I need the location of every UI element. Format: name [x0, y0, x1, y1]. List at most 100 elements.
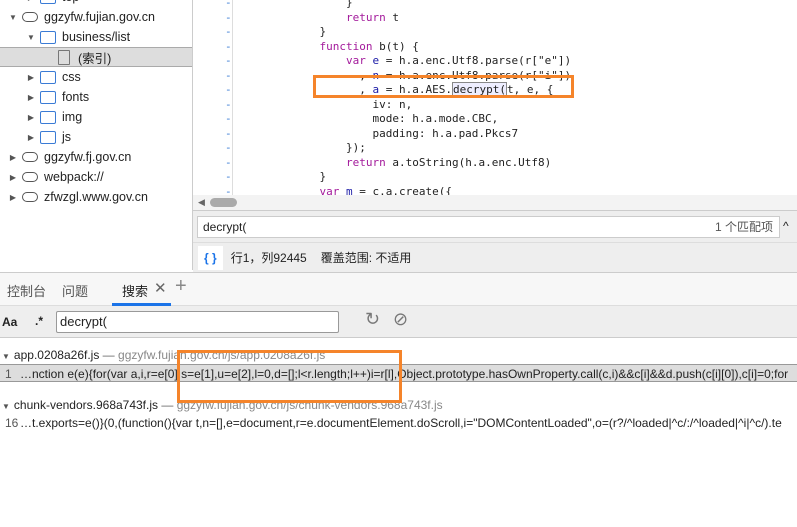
- tree-item-label: ggzyfw.fj.gov.cn: [44, 150, 132, 164]
- tab-search[interactable]: 搜索: [122, 281, 148, 300]
- line-marker: -: [225, 68, 232, 82]
- tree-item-label: (索引): [78, 51, 112, 66]
- folder-icon: [40, 70, 56, 84]
- tree-item[interactable]: ▶ zfwzgl.www.gov.cn: [0, 187, 192, 207]
- folder-icon: [40, 130, 56, 144]
- add-tab-icon[interactable]: +: [175, 275, 187, 298]
- tab-console[interactable]: 控制台: [7, 281, 46, 300]
- code-line: - }: [193, 170, 797, 185]
- previous-match-icon[interactable]: ^: [783, 219, 789, 233]
- separator: —: [102, 348, 115, 362]
- expand-right-icon[interactable]: ▶: [26, 113, 36, 122]
- code-text: var e = h.a.enc.Utf8.parse(r["e"]): [345, 54, 572, 67]
- line-marker: -: [225, 83, 232, 96]
- highlight-box: [313, 75, 574, 98]
- tree-item-label: zfwzgl.www.gov.cn: [44, 190, 148, 204]
- search-input[interactable]: decrypt(: [56, 311, 339, 333]
- code-text: iv: n,: [293, 97, 413, 111]
- code-line: - });: [193, 141, 797, 156]
- refresh-icon[interactable]: ↻: [365, 309, 380, 330]
- tree-item[interactable]: ▶ img: [0, 107, 192, 127]
- code-line: - iv: n,: [193, 98, 797, 113]
- result-text: …nction e(e){for(var a,i,r=e[0],s=e[1],u…: [20, 367, 789, 381]
- tree-item[interactable]: ▼ business/list: [0, 27, 192, 47]
- code-text: function b(t) {: [319, 39, 419, 53]
- code-text: }: [293, 25, 327, 38]
- code-text: mode: h.a.mode.CBC,: [293, 112, 499, 125]
- code-text: return a.toString(h.a.enc.Utf8): [345, 155, 552, 169]
- code-text: });: [293, 141, 366, 154]
- file-tree: ▶ top ▼ ggzyfw.fujian.gov.cn ▼ business/list (…: [0, 0, 193, 270]
- result-file: app.0208a26f.js: [13, 348, 100, 362]
- code-line: - }: [193, 0, 797, 11]
- code-text: }: [293, 170, 327, 183]
- drawer-tabs: 控制台 问题 搜索 ✕ +: [0, 272, 797, 306]
- expand-right-icon[interactable]: ▶: [26, 93, 36, 102]
- find-value: decrypt(: [203, 220, 247, 234]
- tree-item[interactable]: ▼ ggzyfw.fujian.gov.cn: [0, 7, 192, 27]
- tree-item[interactable]: ▶ js: [0, 127, 192, 147]
- scroll-thumb[interactable]: [210, 198, 237, 207]
- expand-right-icon[interactable]: ▶: [8, 173, 18, 182]
- tree-item[interactable]: ▶ top: [0, 0, 192, 7]
- tree-item[interactable]: ▶ fonts: [0, 87, 192, 107]
- status-bar: { } 行1，列92445 覆盖范围: 不适用: [193, 242, 797, 272]
- file-icon: [58, 49, 70, 65]
- line-marker: -: [225, 0, 232, 9]
- search-toolbar: Aa .* decrypt( ↻ ⊘: [0, 306, 797, 338]
- collapse-icon[interactable]: ▼: [2, 352, 10, 361]
- match-case-toggle[interactable]: Aa: [2, 315, 17, 329]
- tree-item-label: business/list: [62, 30, 131, 44]
- cursor-position: 行1，列92445: [230, 251, 307, 265]
- clear-icon[interactable]: ⊘: [393, 309, 408, 330]
- regex-toggle[interactable]: .*: [35, 314, 43, 328]
- folder-icon: [40, 0, 56, 4]
- tree-item[interactable]: ▶ webpack://: [0, 167, 192, 187]
- tree-item[interactable]: (索引): [0, 47, 192, 67]
- expand-right-icon[interactable]: ▶: [26, 73, 36, 82]
- close-tab-icon[interactable]: ✕: [154, 279, 167, 297]
- expand-right-icon[interactable]: ▶: [8, 153, 18, 162]
- code-line: - function b(t) {: [193, 40, 797, 55]
- code-text: padding: h.a.pad.Pkcs7: [293, 126, 519, 140]
- tree-item[interactable]: ▶ ggzyfw.fj.gov.cn: [0, 147, 192, 167]
- folder-icon: [40, 90, 56, 104]
- pretty-print-icon[interactable]: { }: [198, 245, 223, 270]
- line-marker: -: [225, 10, 232, 24]
- result-line-number: 16: [5, 416, 19, 430]
- code-line: - }: [193, 25, 797, 40]
- folder-icon: [40, 110, 56, 124]
- code-line: - var e = h.a.enc.Utf8.parse(r["e"]): [193, 54, 797, 69]
- scroll-left-icon[interactable]: ◀: [198, 197, 205, 208]
- horizontal-scrollbar[interactable]: ◀: [193, 195, 797, 210]
- highlight-box: [177, 350, 402, 403]
- result-file: chunk-vendors.968a743f.js: [13, 398, 159, 412]
- tree-item-label: ggzyfw.fujian.gov.cn: [44, 10, 155, 24]
- line-marker: -: [225, 97, 232, 111]
- expand-down-icon[interactable]: ▼: [26, 33, 36, 42]
- expand-right-icon[interactable]: ▶: [26, 133, 36, 142]
- code-line: - mode: h.a.mode.CBC,: [193, 112, 797, 127]
- cloud-icon: [22, 12, 38, 22]
- expand-right-icon[interactable]: ▶: [26, 0, 36, 2]
- tree-item-label: top: [62, 0, 79, 4]
- result-text: …t.exports=e()}(0,(function(){var t,n=[]…: [20, 416, 782, 430]
- line-marker: -: [225, 112, 232, 125]
- line-marker: -: [225, 39, 232, 53]
- find-input[interactable]: decrypt( 1 个匹配项: [197, 216, 780, 238]
- tree-item-label: css: [62, 70, 81, 84]
- code-line: - return a.toString(h.a.enc.Utf8): [193, 156, 797, 171]
- code-text: }: [293, 0, 353, 9]
- tab-issues[interactable]: 问题: [62, 281, 88, 300]
- line-marker: -: [225, 126, 232, 140]
- tree-item[interactable]: ▶ css: [0, 67, 192, 87]
- tree-item-label: fonts: [62, 90, 90, 104]
- code-text: return t: [345, 10, 399, 24]
- tree-item-label: webpack://: [44, 170, 104, 184]
- expand-down-icon[interactable]: ▼: [8, 13, 18, 22]
- result-match[interactable]: 16 …t.exports=e()}(0,(function(){var t,n=…: [0, 414, 797, 432]
- collapse-icon[interactable]: ▼: [2, 402, 10, 411]
- cloud-icon: [22, 192, 38, 202]
- expand-right-icon[interactable]: ▶: [8, 193, 18, 202]
- result-line-number: 1: [5, 367, 12, 381]
